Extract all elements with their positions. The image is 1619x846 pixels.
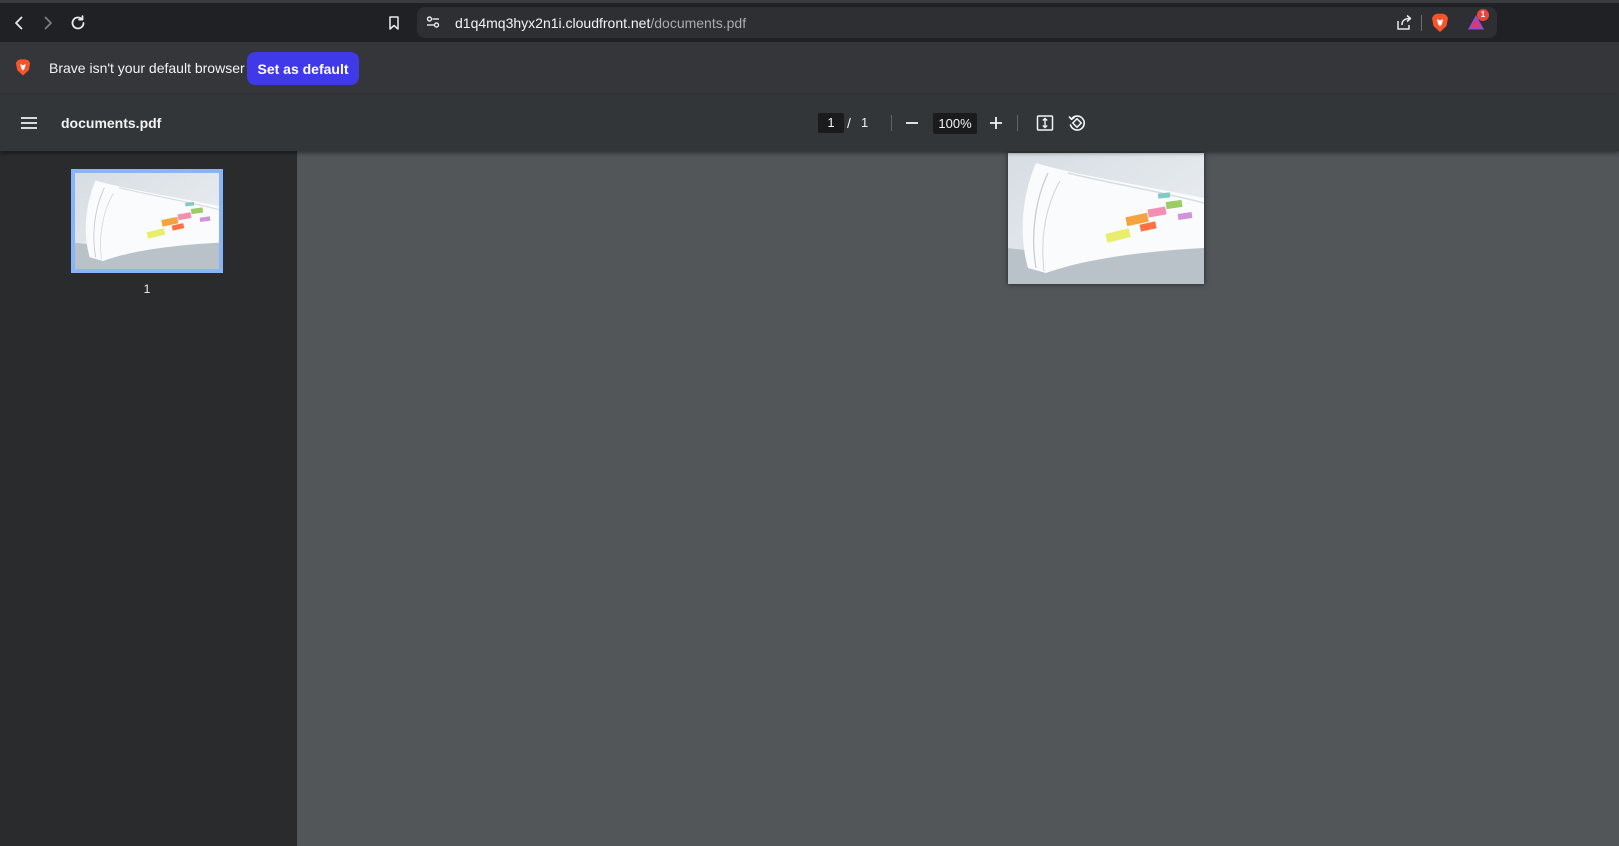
toolbar-divider	[1017, 115, 1018, 131]
brave-shields-icon[interactable]	[1431, 13, 1449, 38]
thumbnail-sidebar: 1	[0, 151, 297, 846]
page-number-input[interactable]: 1	[818, 113, 844, 133]
brave-rewards-icon[interactable]: 1	[1467, 9, 1489, 36]
zoom-out-icon	[906, 122, 918, 124]
notification-badge: 1	[1477, 9, 1489, 21]
reload-button[interactable]	[65, 10, 91, 36]
forward-button[interactable]	[35, 10, 61, 36]
default-browser-infobar: Brave isn't your default browser Set as …	[0, 42, 1619, 95]
page-total: 1	[861, 115, 869, 130]
page-separator: /	[847, 115, 851, 131]
site-settings-icon[interactable]	[425, 14, 441, 35]
zoom-out-button[interactable]	[900, 111, 924, 135]
back-button[interactable]	[6, 10, 32, 36]
toolbar-divider	[891, 115, 892, 131]
rotate-icon	[1068, 115, 1085, 131]
brave-logo-icon	[15, 58, 31, 82]
page-thumbnail[interactable]	[71, 169, 223, 273]
set-as-default-button[interactable]: Set as default	[247, 52, 359, 85]
toolbar-divider	[1421, 15, 1422, 31]
zoom-in-button[interactable]	[984, 111, 1008, 135]
bookmark-button[interactable]	[381, 10, 407, 36]
url-path: /documents.pdf	[650, 15, 747, 31]
zoom-level-input[interactable]: 100%	[933, 113, 977, 134]
document-title: documents.pdf	[61, 115, 162, 131]
book-image	[1008, 153, 1204, 284]
book-image-thumbnail	[75, 173, 219, 269]
browser-toolbar: d1q4mq3hyx2n1i.cloudfront.net/documents.…	[0, 0, 1619, 42]
address-bar[interactable]: d1q4mq3hyx2n1i.cloudfront.net/documents.…	[417, 7, 1497, 38]
url-text[interactable]: d1q4mq3hyx2n1i.cloudfront.net/documents.…	[455, 15, 746, 31]
url-host: d1q4mq3hyx2n1i.cloudfront.net	[455, 15, 651, 31]
menu-icon[interactable]	[17, 111, 41, 135]
rotate-button[interactable]	[1065, 111, 1089, 135]
pdf-toolbar: documents.pdf 1 / 1 100%	[0, 95, 1619, 151]
fit-page-icon	[1036, 115, 1054, 131]
bookmark-icon	[389, 16, 399, 30]
infobar-message: Brave isn't your default browser	[49, 60, 245, 76]
zoom-in-icon	[990, 117, 1002, 129]
pdf-page	[1008, 153, 1204, 284]
back-icon	[15, 16, 23, 30]
reload-icon	[71, 15, 85, 30]
thumbnail-page-number: 1	[143, 282, 151, 296]
share-icon[interactable]	[1395, 14, 1413, 36]
fit-page-button[interactable]	[1033, 111, 1057, 135]
forward-icon	[44, 16, 52, 30]
